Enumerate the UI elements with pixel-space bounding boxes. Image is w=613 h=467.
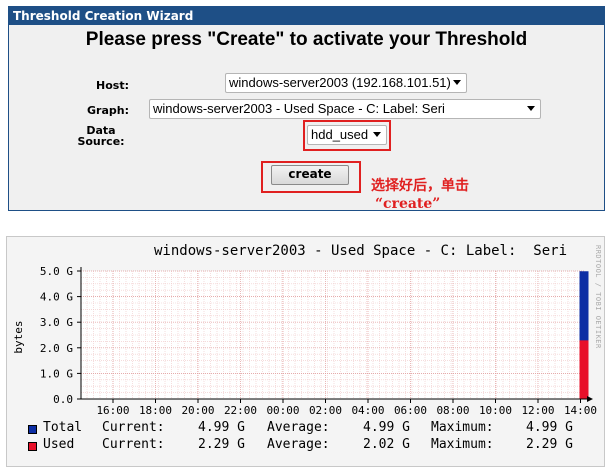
x-tick-label: 14:00 [564, 404, 597, 417]
legend-swatch-used [28, 442, 37, 451]
annotation-line-1: 选择好后，单击 [371, 178, 469, 194]
legend-total-maximum: 4.99 G [526, 420, 573, 435]
host-label: Host: [96, 79, 129, 92]
y-tick-label: 5.0 G [40, 265, 73, 278]
legend-maximum-label: Maximum: [431, 437, 494, 452]
rrd-graph-panel: windows-server2003 - Used Space - C: Lab… [6, 236, 605, 467]
y-axis-label: bytes [12, 320, 25, 353]
chevron-down-icon [373, 132, 381, 137]
wizard-title: Please press "Create" to activate your T… [85, 29, 528, 50]
y-tick-label: 3.0 G [40, 316, 73, 329]
graph-label: Graph: [87, 104, 129, 117]
x-tick-label: 20:00 [181, 404, 214, 417]
y-tick-label: 0.0 [53, 393, 73, 406]
host-select[interactable]: windows-server2003 (192.168.101.51) [225, 73, 467, 93]
legend-average-label: Average: [267, 420, 330, 435]
wizard-header: Threshold Creation Wizard [9, 7, 604, 25]
legend-used-maximum: 2.29 G [526, 437, 573, 452]
legend-total-current: 4.99 G [198, 420, 245, 435]
y-tick-labels: 0.0 1.0 G 2.0 G 3.0 G 4.0 G 5.0 G [40, 265, 73, 406]
x-tick-label: 00:00 [266, 404, 299, 417]
legend-used-average: 2.02 G [363, 437, 410, 452]
legend-total-average: 4.99 G [363, 420, 410, 435]
legend-average-label: Average: [267, 437, 330, 452]
x-tick-label: 10:00 [479, 404, 512, 417]
data-source-select[interactable]: hdd_used [307, 125, 387, 145]
chart-series [579, 271, 589, 399]
host-select-value: windows-server2003 (192.168.101.51) [229, 75, 451, 90]
x-tick-label: 02:00 [309, 404, 342, 417]
legend-name-used: Used [43, 437, 75, 452]
threshold-wizard-panel: Threshold Creation Wizard Please press "… [8, 6, 605, 212]
x-tick-label: 08:00 [436, 404, 469, 417]
y-tick-label: 1.0 G [40, 367, 73, 380]
chevron-down-icon [453, 80, 461, 85]
data-source-select-value: hdd_used [311, 127, 369, 142]
legend-current-label: Current: [102, 420, 165, 435]
x-axis-arrow [587, 396, 593, 402]
create-button[interactable]: create [271, 165, 349, 185]
x-tick-label: 04:00 [351, 404, 384, 417]
chevron-down-icon [527, 106, 535, 111]
legend-current-label: Current: [102, 437, 165, 452]
y-tick-label: 2.0 G [40, 342, 73, 355]
graph-select[interactable]: windows-server2003 - Used Space - C: Lab… [149, 99, 541, 119]
legend-swatch-total [28, 425, 37, 434]
legend-maximum-label: Maximum: [431, 420, 494, 435]
graph-chart: 0.0 1.0 G 2.0 G 3.0 G 4.0 G 5.0 G 16:00 18:00 2… [12, 265, 597, 417]
x-tick-label: 06:00 [394, 404, 427, 417]
y-tick-label: 4.0 G [40, 291, 73, 304]
x-tick-label: 12:00 [521, 404, 554, 417]
legend-name-total: Total [43, 420, 83, 435]
legend-used-current: 2.29 G [198, 437, 245, 452]
data-source-label: Data Source: [77, 124, 125, 148]
x-tick-labels: 16:00 18:00 20:00 22:00 00:00 02:00 04:00 06:00… [96, 404, 597, 417]
graph-select-value: windows-server2003 - Used Space - C: Lab… [153, 101, 445, 116]
x-tick-label: 22:00 [224, 404, 257, 417]
x-tick-label: 16:00 [96, 404, 129, 417]
annotation-line-2: “create” [375, 196, 441, 212]
series-bar-used [579, 340, 589, 399]
x-tick-label: 18:00 [139, 404, 172, 417]
